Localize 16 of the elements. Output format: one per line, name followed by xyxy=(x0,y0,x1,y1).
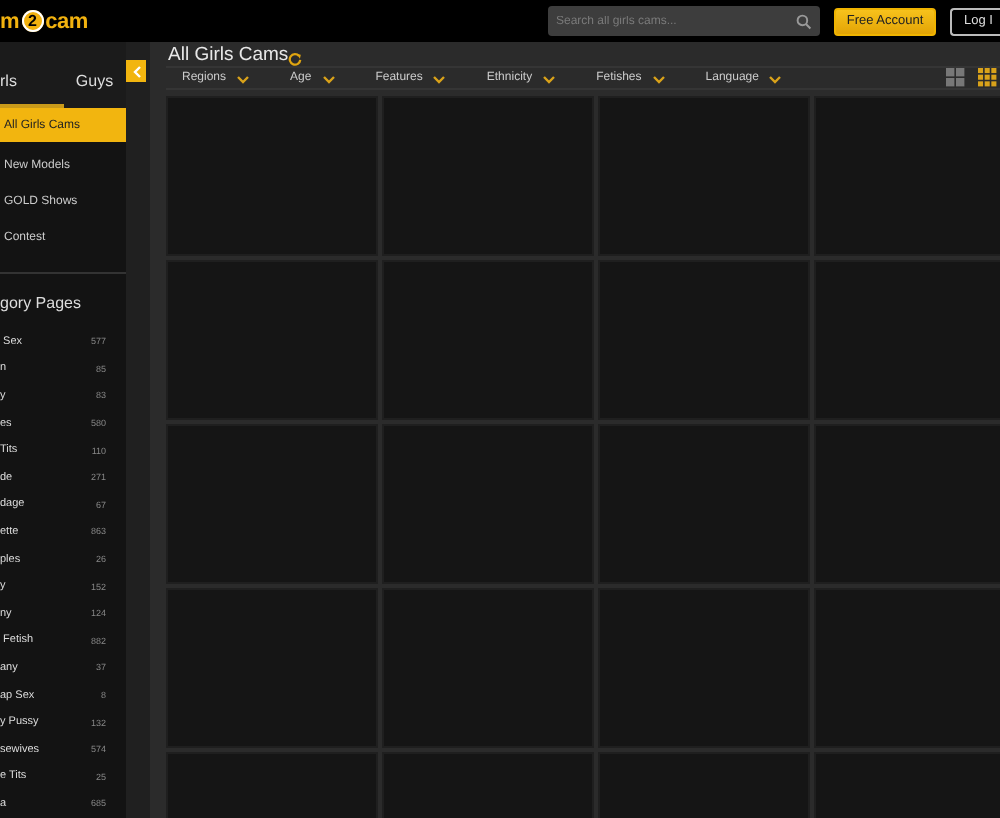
caret-icon xyxy=(542,73,557,83)
chevron-left-icon xyxy=(129,63,143,79)
grid-view-icon[interactable] xyxy=(978,68,998,88)
collapse-button[interactable] xyxy=(126,60,146,82)
site-logo[interactable]: m 2 cam xyxy=(0,9,89,33)
caret-icon xyxy=(651,73,666,83)
caret-icon xyxy=(321,73,336,83)
refresh-icon[interactable] xyxy=(288,51,303,65)
page-title: All Girls Cams xyxy=(168,44,289,66)
search-icon[interactable] xyxy=(796,13,812,29)
caret-icon xyxy=(768,73,783,83)
grid-view-icon[interactable] xyxy=(946,68,966,88)
sidebar-tab[interactable]: Guys xyxy=(63,42,126,108)
caret-icon xyxy=(236,73,251,83)
section-title: gory Pages xyxy=(0,292,83,316)
caret-icon xyxy=(432,73,447,83)
